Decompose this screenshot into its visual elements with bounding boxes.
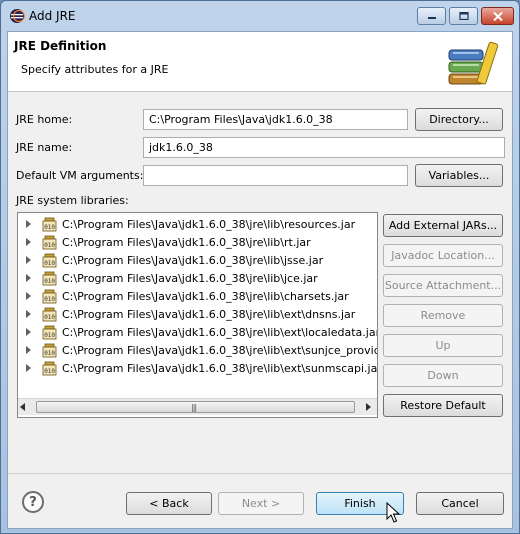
header-subtitle: Specify attributes for a JRE [21,63,169,76]
expand-arrow-icon[interactable] [26,346,31,354]
minimize-button[interactable] [417,7,446,25]
horizontal-scrollbar[interactable]: ||| [18,398,377,415]
vm-args-field[interactable] [143,165,408,186]
javadoc-location-button[interactable]: Javadoc Location... [383,244,503,267]
restore-default-button[interactable]: Restore Default [383,394,503,417]
jar-icon: 010 [42,343,57,358]
expand-arrow-icon[interactable] [26,292,31,300]
library-path: C:\Program Files\Java\jdk1.6.0_38\jre\li… [62,272,318,285]
jar-icon: 010 [42,235,57,250]
title-bar[interactable]: Add JRE [1,1,519,31]
library-row[interactable]: 010 C:\Program Files\Java\jdk1.6.0_38\jre… [18,234,377,252]
next-button[interactable]: Next > [218,492,304,515]
eclipse-icon [10,9,25,23]
expand-arrow-icon[interactable] [26,364,31,372]
svg-text:010: 010 [44,278,55,285]
jar-icon: 010 [42,289,57,304]
library-path: C:\Program Files\Java\jdk1.6.0_38\jre\li… [62,290,349,303]
source-attachment-button[interactable]: Source Attachment... [383,274,503,297]
scroll-thumb[interactable]: ||| [36,401,355,413]
expand-arrow-icon[interactable] [26,310,31,318]
library-path: C:\Program Files\Java\jdk1.6.0_38\jre\li… [62,254,324,267]
library-row[interactable]: 010 C:\Program Files\Java\jdk1.6.0_38\jre… [18,252,377,270]
add-external-jars-button[interactable]: Add External JARs... [383,214,503,237]
svg-text:010: 010 [44,224,55,231]
close-button[interactable] [481,7,514,25]
svg-text:010: 010 [44,314,55,321]
jar-icon: 010 [42,271,57,286]
minimize-icon [427,17,436,19]
svg-text:010: 010 [44,368,55,375]
libraries-tree[interactable]: 010 C:\Program Files\Java\jdk1.6.0_38\jre… [17,212,378,418]
expand-arrow-icon[interactable] [26,274,31,282]
cancel-button[interactable]: Cancel [416,492,504,515]
scroll-right-arrow-icon[interactable] [366,403,371,411]
close-icon [492,11,503,21]
maximize-button[interactable] [449,7,478,25]
library-row[interactable]: 010 C:\Program Files\Java\jdk1.6.0_38\jre… [18,360,377,378]
library-path: C:\Program Files\Java\jdk1.6.0_38\jre\li… [62,308,356,321]
jar-icon: 010 [42,325,57,340]
svg-text:010: 010 [44,260,55,267]
expand-arrow-icon[interactable] [26,220,31,228]
library-path: C:\Program Files\Java\jdk1.6.0_38\jre\li… [62,218,356,231]
library-row[interactable]: 010 C:\Program Files\Java\jdk1.6.0_38\jre… [18,306,377,324]
jar-icon: 010 [42,253,57,268]
jre-name-label: JRE name: [16,141,73,154]
jre-home-field[interactable]: C:\Program Files\Java\jdk1.6.0_38 [143,109,408,130]
jar-icon: 010 [42,307,57,322]
svg-text:010: 010 [44,332,55,339]
svg-text:010: 010 [44,242,55,249]
expand-arrow-icon[interactable] [26,256,31,264]
directory-button[interactable]: Directory... [415,108,503,131]
library-row[interactable]: 010 C:\Program Files\Java\jdk1.6.0_38\jre… [18,270,377,288]
svg-text:010: 010 [44,350,55,357]
dialog-header: JRE Definition Specify attributes for a … [8,32,512,92]
dialog-client-area: JRE Definition Specify attributes for a … [7,31,513,529]
library-row[interactable]: 010 C:\Program Files\Java\jdk1.6.0_38\jre… [18,342,377,360]
jar-icon: 010 [42,217,57,232]
up-button[interactable]: Up [383,334,503,357]
library-path: C:\Program Files\Java\jdk1.6.0_38\jre\li… [62,236,311,249]
library-path: C:\Program Files\Java\jdk1.6.0_38\jre\li… [62,362,378,375]
window-title: Add JRE [29,9,76,23]
down-button[interactable]: Down [383,364,503,387]
remove-button[interactable]: Remove [383,304,503,327]
jre-name-field[interactable]: jdk1.6.0_38 [143,137,505,158]
header-title: JRE Definition [14,39,107,53]
footer-separator [8,473,512,474]
scroll-grip-icon: ||| [191,403,197,412]
library-row[interactable]: 010 C:\Program Files\Java\jdk1.6.0_38\jre… [18,288,377,306]
library-path: C:\Program Files\Java\jdk1.6.0_38\jre\li… [62,344,378,357]
mouse-cursor-icon [386,502,400,523]
library-books-icon [448,41,499,85]
variables-button[interactable]: Variables... [415,164,503,187]
library-row[interactable]: 010 C:\Program Files\Java\jdk1.6.0_38\jre… [18,324,377,342]
back-button[interactable]: < Back [126,492,212,515]
library-path: C:\Program Files\Java\jdk1.6.0_38\jre\li… [62,326,378,339]
vm-args-label: Default VM arguments: [16,169,144,182]
library-row[interactable]: 010 C:\Program Files\Java\jdk1.6.0_38\jre… [18,216,377,234]
maximize-icon [458,12,469,20]
jre-home-label: JRE home: [16,113,73,126]
svg-text:010: 010 [44,296,55,303]
add-jre-window: Add JRE JRE Definition Specify attribute… [0,0,520,534]
scroll-left-arrow-icon[interactable] [20,403,25,411]
help-icon[interactable]: ? [22,491,44,513]
libraries-label: JRE system libraries: [16,194,129,207]
expand-arrow-icon[interactable] [26,328,31,336]
jar-icon: 010 [42,361,57,376]
expand-arrow-icon[interactable] [26,238,31,246]
